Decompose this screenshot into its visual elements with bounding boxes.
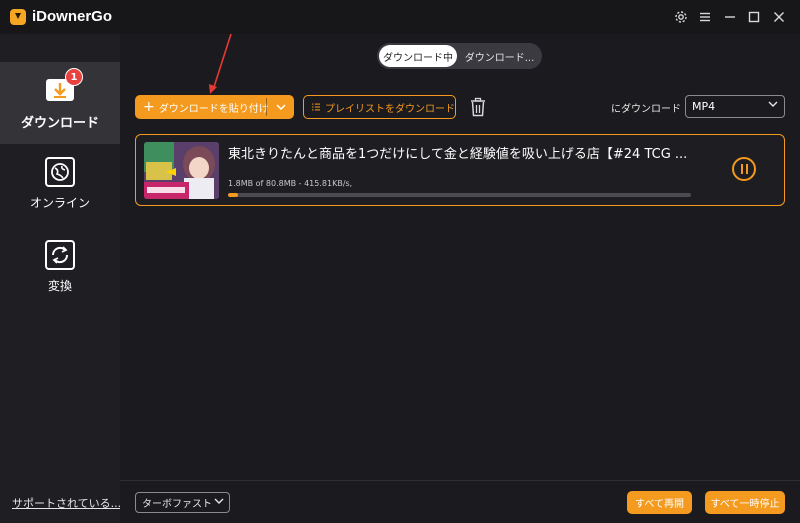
sidebar-item-convert[interactable]: 変換 (0, 227, 120, 309)
sidebar-item-label: オンライン (29, 196, 90, 210)
turbo-fast-label: ターボファスト (142, 499, 212, 510)
progress-bar-fill (228, 193, 239, 197)
download-count-badge: 1 (65, 68, 83, 86)
download-tabs: ダウンロード中 ダウンロード... (377, 43, 542, 69)
sidebar-item-online[interactable]: オンライン (0, 144, 120, 226)
chevron-down-icon (275, 104, 286, 110)
format-select[interactable]: MP4 (685, 95, 785, 118)
sidebar: 1 ダウンロード オンライン 変換 サポートされている... (0, 34, 121, 523)
pause-all-button[interactable]: すべて一時停止 (705, 491, 785, 514)
resume-all-button[interactable]: すべて再開 (627, 491, 692, 514)
progress-bar (228, 193, 691, 197)
app-logo-icon (10, 9, 26, 25)
globe-icon (45, 157, 75, 187)
paste-url-main[interactable]: + ダウンロードを貼り付け (135, 95, 269, 119)
video-title: 東北きりたんと商品を1つだけにして金と経験値を吸い上げる店【#24 TCG ..… (228, 147, 688, 162)
paste-url-button[interactable]: + ダウンロードを貼り付け (135, 95, 294, 119)
close-icon[interactable] (768, 6, 790, 28)
maximize-icon[interactable] (743, 6, 765, 28)
plus-icon: + (143, 99, 155, 115)
app-title: iDownerGo (32, 8, 113, 25)
format-select-value: MP4 (692, 100, 716, 113)
supported-sites-link[interactable]: サポートされている... (12, 495, 121, 511)
footer-divider (120, 480, 800, 481)
sidebar-item-label: ダウンロード (20, 116, 99, 131)
download-playlist-label: プレイリストをダウンロード (325, 103, 455, 115)
settings-gear-icon[interactable] (670, 6, 692, 28)
paste-url-label: ダウンロードを貼り付け (158, 103, 269, 115)
menu-icon[interactable] (694, 6, 716, 28)
convert-icon (45, 240, 75, 270)
main-panel: ダウンロード中 ダウンロード... + ダウンロードを貼り付け プレイリストをダ… (120, 34, 800, 523)
pause-icon[interactable] (732, 157, 756, 181)
turbo-fast-select[interactable]: ターボファスト (135, 492, 230, 513)
sidebar-item-download[interactable]: 1 ダウンロード (0, 62, 120, 144)
download-format-label: にダウンロード (611, 104, 681, 115)
paste-dropdown-toggle[interactable] (267, 95, 294, 119)
download-playlist-button[interactable]: プレイリストをダウンロード (303, 95, 456, 119)
playlist-icon (312, 103, 320, 111)
video-thumbnail (144, 142, 219, 199)
tab-downloaded[interactable]: ダウンロード... (459, 45, 540, 67)
chevron-down-icon (768, 101, 778, 107)
download-item: 東北きりたんと商品を1つだけにして金と経験値を吸い上げる店【#24 TCG ..… (135, 134, 785, 206)
trash-icon[interactable] (468, 97, 488, 117)
title-bar: iDownerGo (0, 0, 800, 34)
tab-downloading[interactable]: ダウンロード中 (379, 45, 457, 67)
progress-text: 1.8MB of 80.8MB - 415.81KB/s, (228, 179, 353, 188)
minimize-icon[interactable] (719, 6, 741, 28)
sidebar-item-label: 変換 (47, 279, 72, 293)
chevron-down-icon (214, 498, 224, 504)
